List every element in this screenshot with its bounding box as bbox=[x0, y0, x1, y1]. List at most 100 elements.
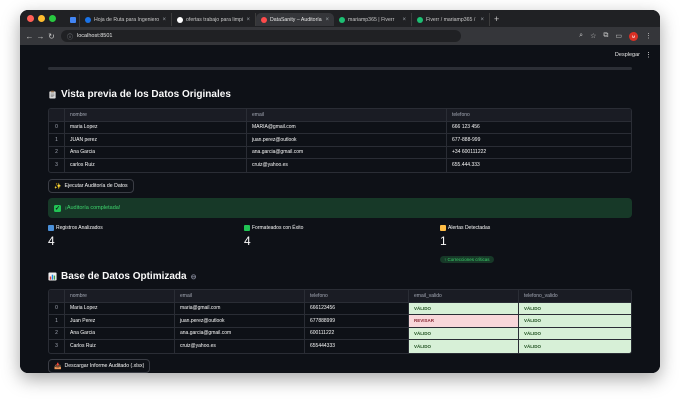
table-cell: VÁLIDO bbox=[519, 302, 631, 314]
tab-close-icon[interactable]: × bbox=[162, 17, 166, 23]
divider bbox=[48, 67, 632, 70]
table-cell: MARIA@gmail.com bbox=[247, 121, 447, 133]
column-header[interactable] bbox=[49, 109, 65, 121]
column-header[interactable]: nombre bbox=[65, 109, 247, 121]
info-icon[interactable]: ⓘ bbox=[67, 32, 73, 41]
table-row[interactable]: 2 Ana Garcia ana.garcia@gmail.com 600111222… bbox=[49, 327, 631, 340]
new-tab-button[interactable]: + bbox=[490, 14, 499, 24]
close-window-icon[interactable] bbox=[27, 15, 34, 22]
section-title-optimized: Base de Datos Optimizada ⊖ bbox=[48, 271, 196, 282]
minimize-window-icon[interactable] bbox=[38, 15, 45, 22]
column-header[interactable]: telefono bbox=[305, 290, 409, 302]
tab-title: Hoja de Ruta para Ingeniero de... bbox=[94, 16, 160, 23]
optimized-data-table[interactable]: nombre email telefono email_valido telefono_… bbox=[48, 289, 632, 354]
bar-chart-icon bbox=[48, 225, 54, 231]
tab-close-icon[interactable]: × bbox=[325, 17, 329, 23]
metric-label: Registros Analizados bbox=[56, 225, 103, 231]
back-icon[interactable]: ← bbox=[24, 32, 35, 41]
menu-icon[interactable]: ⋮ bbox=[645, 32, 652, 40]
anchor-link-icon[interactable]: ⊖ bbox=[191, 273, 197, 281]
table-cell: VÁLIDO bbox=[409, 340, 519, 353]
table-row[interactable]: 3 Carlos Ruiz cruiz@yahoo.es 655444333 VÁLID… bbox=[49, 340, 631, 353]
table-cell: Ana Garcia bbox=[65, 146, 247, 158]
table-cell: juan.perez@outlook bbox=[247, 134, 447, 146]
address-bar[interactable]: ⓘ localhost:8501 bbox=[61, 30, 461, 42]
browser-tab[interactable]: Fiverr / mariamp365 / Edit Gi...× bbox=[412, 13, 490, 26]
row-index: 1 bbox=[49, 134, 65, 146]
sparkle-icon: ✨ bbox=[54, 183, 62, 190]
metric-delta: ↑ Correcciones críticas bbox=[440, 256, 494, 263]
app-menu-icon[interactable]: ⋮ bbox=[645, 51, 652, 59]
column-header[interactable]: telefono_valido bbox=[519, 290, 631, 302]
column-header[interactable]: nombre bbox=[65, 290, 175, 302]
table-header-row: nombre email telefono email_valido telefono_… bbox=[49, 290, 631, 303]
browser-tab[interactable]: DataSanity – Auditoría de Dat...× bbox=[256, 13, 334, 26]
section-title-text: Vista previa de los Datos Originales bbox=[61, 89, 231, 100]
table-row[interactable]: 1 JUAN perez juan.perez@outlook 677-888-999 bbox=[49, 134, 631, 147]
success-message: ¡Auditoría completada! bbox=[65, 205, 121, 211]
reload-icon[interactable]: ↻ bbox=[46, 32, 57, 41]
clipboard-icon bbox=[49, 90, 56, 99]
table-cell: JUAN perez bbox=[65, 134, 247, 146]
section-title-original: Vista previa de los Datos Originales bbox=[48, 89, 231, 100]
browser-window: Hoja de Ruta para Ingeniero de...×oferta… bbox=[20, 10, 660, 373]
tab-close-icon[interactable]: × bbox=[246, 17, 250, 23]
tab-close-icon[interactable]: × bbox=[480, 17, 484, 23]
table-row[interactable]: 1 Juan Perez juan.perez@outlook 677888999 RE… bbox=[49, 315, 631, 328]
column-header[interactable]: email bbox=[247, 109, 447, 121]
browser-tab[interactable]: mariamp365 | Fiverr × bbox=[334, 13, 412, 26]
row-index: 0 bbox=[49, 302, 65, 314]
table-row[interactable]: 0 maria Lopez MARIA@gmail.com 666 123 456 bbox=[49, 121, 631, 134]
url-text: localhost:8501 bbox=[77, 33, 113, 39]
table-cell: ana.garcia@gmail.com bbox=[175, 327, 305, 339]
original-data-table[interactable]: nombre email telefono 0 maria Lopez MARIA@gma… bbox=[48, 108, 632, 173]
table-cell: VÁLIDO bbox=[409, 327, 519, 339]
tab-title: Fiverr / mariamp365 / Edit Gi... bbox=[426, 16, 477, 23]
table-row[interactable]: 2 Ana Garcia ana.garcia@gmail.com +34 60011… bbox=[49, 146, 631, 159]
tab-title: DataSanity – Auditoría de Dat... bbox=[270, 16, 322, 23]
zoom-icon[interactable]: ⌕ bbox=[579, 32, 583, 40]
table-cell: VÁLIDO bbox=[409, 302, 519, 314]
metric-card: Formateados con Éxito 4 bbox=[244, 225, 303, 248]
table-cell: Maria Lopez bbox=[65, 302, 175, 314]
column-header[interactable]: email_valido bbox=[409, 290, 519, 302]
sidebar-icon[interactable]: ▭ bbox=[615, 32, 622, 40]
table-cell: 677-888-999 bbox=[452, 136, 481, 143]
tab-close-icon[interactable]: × bbox=[402, 17, 406, 23]
extensions-icon[interactable]: ⧉ bbox=[603, 32, 608, 40]
browser-tab[interactable]: ofertas trabajo para limpiador d...× bbox=[172, 13, 256, 26]
inbox-tray-icon: 📥 bbox=[54, 363, 62, 370]
forward-icon[interactable]: → bbox=[35, 32, 46, 41]
run-audit-button[interactable]: ✨ Ejecutar Auditoría de Datos bbox=[48, 179, 134, 193]
check-box-icon: ✓ bbox=[54, 204, 61, 212]
maximize-window-icon[interactable] bbox=[49, 15, 56, 22]
table-cell: 677888999 bbox=[305, 315, 409, 327]
tab-title: ofertas trabajo para limpiador d... bbox=[186, 16, 243, 23]
profile-avatar[interactable]: M bbox=[629, 31, 638, 41]
browser-tab[interactable]: Hoja de Ruta para Ingeniero de...× bbox=[80, 13, 172, 26]
download-report-button[interactable]: 📥 Descargar Informe Auditado (.xlsx) bbox=[48, 359, 151, 373]
column-header[interactable] bbox=[49, 290, 65, 302]
table-row[interactable]: 3 carlos Ruiz cruiz@yahoo.es 655.444.333 bbox=[49, 159, 631, 172]
table-row[interactable]: 0 Maria Lopez maria@gmail.com 666123456 VÁLI… bbox=[49, 302, 631, 315]
table-cell: juan.perez@outlook bbox=[175, 315, 305, 327]
table-cell: 666123456 bbox=[305, 302, 409, 314]
deploy-button[interactable]: Desplegar bbox=[615, 52, 640, 58]
table-cell: REVISAR bbox=[409, 315, 519, 327]
row-index: 0 bbox=[49, 121, 65, 133]
table-cell: Juan Perez bbox=[65, 315, 175, 327]
column-header[interactable]: email bbox=[175, 290, 305, 302]
run-audit-label: Ejecutar Auditoría de Datos bbox=[64, 183, 128, 189]
metric-label-row: Formateados con Éxito bbox=[244, 225, 303, 231]
table-cell: Ana Garcia bbox=[65, 327, 175, 339]
tab-favicon-icon bbox=[261, 16, 267, 23]
check-icon bbox=[244, 225, 250, 231]
star-icon[interactable]: ☆ bbox=[590, 32, 596, 40]
table-cell: 600111222 bbox=[305, 327, 409, 339]
success-alert: ✓ ¡Auditoría completada! bbox=[48, 198, 632, 218]
tab-pinned[interactable] bbox=[66, 13, 80, 27]
tab-favicon-icon bbox=[417, 16, 423, 23]
table-cell: 655.444.333 bbox=[452, 162, 480, 169]
column-header[interactable]: telefono bbox=[447, 109, 631, 121]
metric-label-row: Registros Analizados bbox=[48, 225, 103, 231]
